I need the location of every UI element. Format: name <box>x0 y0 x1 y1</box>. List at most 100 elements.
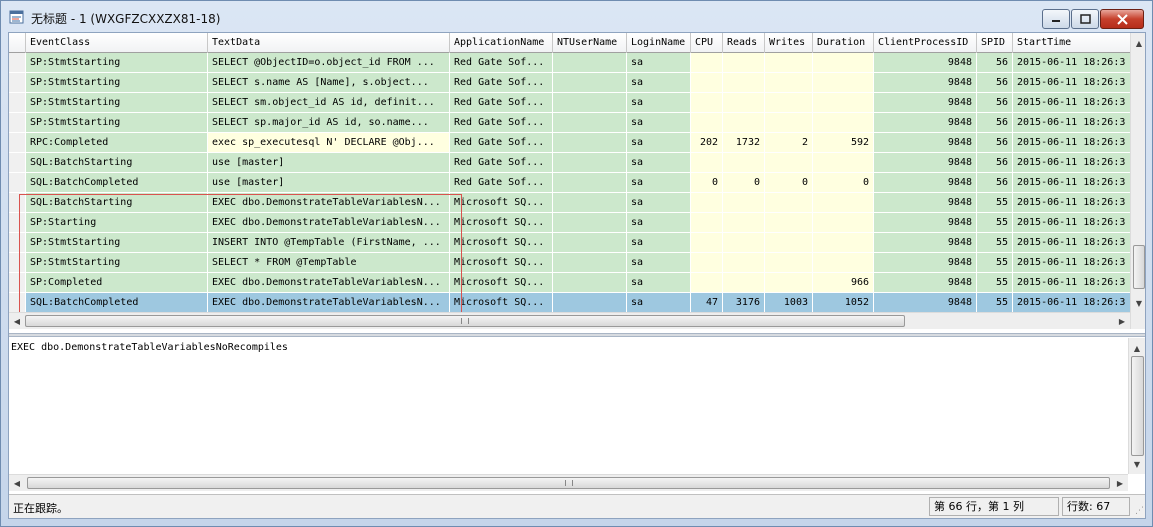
cell-clientprocessid[interactable]: 9848 <box>874 153 977 173</box>
cell-textdata[interactable]: SELECT * FROM @TempTable <box>208 253 450 273</box>
table-row[interactable]: SP:StmtStarting SELECT @ObjectID=o.object… <box>9 53 1145 73</box>
cell-textdata[interactable]: use [master] <box>208 153 450 173</box>
cell-ntusername[interactable] <box>553 53 627 73</box>
column-header-applicationname[interactable]: ApplicationName <box>450 33 553 53</box>
cell-cpu[interactable] <box>691 193 723 213</box>
cell-loginname[interactable]: sa <box>627 53 691 73</box>
maximize-button[interactable] <box>1071 9 1099 29</box>
cell-textdata[interactable]: exec sp_executesql N' DECLARE @Obj... <box>208 133 450 153</box>
cell-applicationname[interactable]: Red Gate Sof... <box>450 153 553 173</box>
cell-writes[interactable]: 1003 <box>765 293 813 313</box>
cell-starttime[interactable]: 2015-06-11 18:26:3 <box>1013 193 1143 213</box>
detail-vertical-thumb[interactable] <box>1131 356 1144 456</box>
cell-clientprocessid[interactable]: 9848 <box>874 113 977 133</box>
cell-applicationname[interactable]: Red Gate Sof... <box>450 173 553 193</box>
cell-cpu[interactable] <box>691 113 723 133</box>
cell-writes[interactable]: 2 <box>765 133 813 153</box>
table-row[interactable]: SP:StmtStarting SELECT sp.major_id AS id,… <box>9 113 1145 133</box>
resize-grip-icon[interactable]: ⋰ <box>1132 505 1144 517</box>
cell-clientprocessid[interactable]: 9848 <box>874 93 977 113</box>
table-row[interactable]: SP:StmtStarting SELECT s.name AS [Name], … <box>9 73 1145 93</box>
cell-spid[interactable]: 56 <box>977 153 1013 173</box>
cell-applicationname[interactable]: Red Gate Sof... <box>450 73 553 93</box>
cell-textdata[interactable]: SELECT sm.object_id AS id, definit... <box>208 93 450 113</box>
cell-clientprocessid[interactable]: 9848 <box>874 273 977 293</box>
cell-applicationname[interactable]: Red Gate Sof... <box>450 53 553 73</box>
row-indicator[interactable] <box>9 153 26 173</box>
row-indicator[interactable] <box>9 193 26 213</box>
cell-writes[interactable] <box>765 113 813 133</box>
cell-starttime[interactable]: 2015-06-11 18:26:3 <box>1013 233 1143 253</box>
grid-horizontal-scrollbar[interactable]: ◀ ▶ <box>9 312 1130 329</box>
cell-reads[interactable] <box>723 233 765 253</box>
cell-cpu[interactable] <box>691 253 723 273</box>
cell-cpu[interactable] <box>691 213 723 233</box>
horizontal-scroll-thumb[interactable] <box>25 315 905 327</box>
detail-text[interactable]: EXEC dbo.DemonstrateTableVariablesNoReco… <box>11 342 288 353</box>
cell-cpu[interactable] <box>691 73 723 93</box>
cell-eventclass[interactable]: SP:Starting <box>26 213 208 233</box>
cell-applicationname[interactable]: Microsoft SQ... <box>450 293 553 313</box>
column-header-writes[interactable]: Writes <box>765 33 813 53</box>
cell-starttime[interactable]: 2015-06-11 18:26:3 <box>1013 253 1143 273</box>
cell-cpu[interactable] <box>691 153 723 173</box>
cell-ntusername[interactable] <box>553 193 627 213</box>
cell-applicationname[interactable]: Microsoft SQ... <box>450 193 553 213</box>
cell-writes[interactable] <box>765 73 813 93</box>
cell-eventclass[interactable]: SQL:BatchStarting <box>26 193 208 213</box>
cell-reads[interactable]: 0 <box>723 173 765 193</box>
cell-applicationname[interactable]: Red Gate Sof... <box>450 133 553 153</box>
cell-cpu[interactable] <box>691 53 723 73</box>
cell-writes[interactable] <box>765 53 813 73</box>
cell-textdata[interactable]: EXEC dbo.DemonstrateTableVariablesN... <box>208 193 450 213</box>
cell-spid[interactable]: 56 <box>977 113 1013 133</box>
column-header-loginname[interactable]: LoginName <box>627 33 691 53</box>
cell-textdata[interactable]: use [master] <box>208 173 450 193</box>
detail-horizontal-scrollbar[interactable]: ◀ ▶ <box>9 474 1128 491</box>
cell-spid[interactable]: 56 <box>977 133 1013 153</box>
table-row[interactable]: RPC:Completed exec sp_executesql N' DECLA… <box>9 133 1145 153</box>
cell-starttime[interactable]: 2015-06-11 18:26:3 <box>1013 173 1143 193</box>
cell-clientprocessid[interactable]: 9848 <box>874 73 977 93</box>
cell-textdata[interactable]: SELECT sp.major_id AS id, so.name... <box>208 113 450 133</box>
cell-writes[interactable] <box>765 233 813 253</box>
cell-applicationname[interactable]: Microsoft SQ... <box>450 233 553 253</box>
cell-ntusername[interactable] <box>553 293 627 313</box>
cell-spid[interactable]: 55 <box>977 293 1013 313</box>
cell-textdata[interactable]: EXEC dbo.DemonstrateTableVariablesN... <box>208 293 450 313</box>
cell-reads[interactable]: 3176 <box>723 293 765 313</box>
cell-reads[interactable] <box>723 153 765 173</box>
cell-loginname[interactable]: sa <box>627 113 691 133</box>
table-row[interactable]: SP:Starting EXEC dbo.DemonstrateTableVari… <box>9 213 1145 233</box>
cell-eventclass[interactable]: SP:StmtStarting <box>26 73 208 93</box>
cell-starttime[interactable]: 2015-06-11 18:26:3 <box>1013 153 1143 173</box>
detail-pane[interactable]: EXEC dbo.DemonstrateTableVariablesNoReco… <box>9 338 1145 491</box>
cell-ntusername[interactable] <box>553 173 627 193</box>
cell-ntusername[interactable] <box>553 213 627 233</box>
cell-clientprocessid[interactable]: 9848 <box>874 213 977 233</box>
cell-duration[interactable] <box>813 193 874 213</box>
cell-writes[interactable] <box>765 213 813 233</box>
cell-ntusername[interactable] <box>553 233 627 253</box>
row-indicator[interactable] <box>9 293 26 313</box>
cell-writes[interactable] <box>765 153 813 173</box>
cell-starttime[interactable]: 2015-06-11 18:26:3 <box>1013 293 1143 313</box>
cell-duration[interactable] <box>813 213 874 233</box>
cell-loginname[interactable]: sa <box>627 133 691 153</box>
cell-duration[interactable] <box>813 53 874 73</box>
cell-eventclass[interactable]: SP:Completed <box>26 273 208 293</box>
cell-applicationname[interactable]: Red Gate Sof... <box>450 113 553 133</box>
row-indicator[interactable] <box>9 113 26 133</box>
cell-ntusername[interactable] <box>553 253 627 273</box>
cell-duration[interactable] <box>813 153 874 173</box>
cell-starttime[interactable]: 2015-06-11 18:26:3 <box>1013 213 1143 233</box>
cell-eventclass[interactable]: SP:StmtStarting <box>26 93 208 113</box>
cell-loginname[interactable]: sa <box>627 253 691 273</box>
cell-spid[interactable]: 55 <box>977 233 1013 253</box>
cell-loginname[interactable]: sa <box>627 153 691 173</box>
cell-starttime[interactable]: 2015-06-11 18:26:3 <box>1013 93 1143 113</box>
trace-grid[interactable]: EventClass TextData ApplicationName NTUs… <box>9 33 1145 329</box>
cell-duration[interactable] <box>813 233 874 253</box>
cell-cpu[interactable] <box>691 233 723 253</box>
cell-duration[interactable]: 592 <box>813 133 874 153</box>
